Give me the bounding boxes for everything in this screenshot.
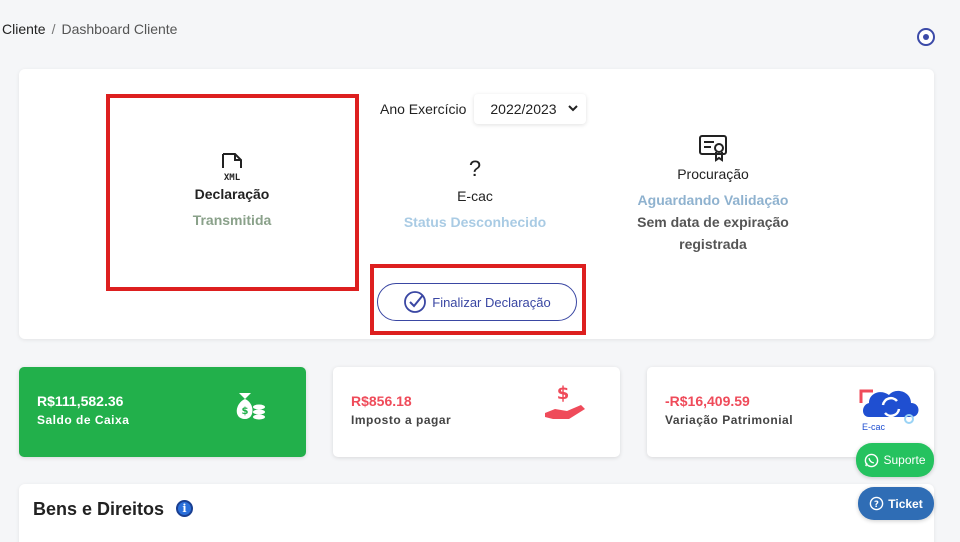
- variacao-patrimonial-value: -R$16,409.59: [665, 393, 750, 409]
- imposto-pagar-label: Imposto a pagar: [351, 413, 452, 427]
- variacao-patrimonial-label: Variação Patrimonial: [665, 413, 794, 427]
- procuracao-note-1: Sem data de expiração: [637, 214, 789, 230]
- year-select-value: 2022/2023: [490, 101, 557, 117]
- svg-text:$: $: [557, 383, 570, 404]
- ecac-cloud-caption: E-cac: [862, 422, 886, 432]
- hand-dollar-icon: $: [545, 383, 585, 419]
- certificate-icon: [699, 135, 727, 162]
- svg-text:$: $: [242, 406, 249, 417]
- ecac-status-text: Status Desconhecido: [403, 214, 547, 230]
- help-circle-icon: ?: [869, 496, 884, 511]
- procuracao-title: Procuração: [677, 166, 749, 182]
- saldo-caixa-label: Saldo de Caixa: [37, 413, 130, 427]
- saldo-caixa-value: R$111,582.36: [37, 393, 124, 409]
- breadcrumb-current: Dashboard Cliente: [61, 21, 178, 37]
- highlight-box-declaracao: [106, 94, 359, 291]
- theme-toggle-icon[interactable]: [917, 28, 935, 46]
- money-bag-icon: $: [236, 393, 265, 420]
- year-label: Ano Exercício: [380, 101, 467, 117]
- svg-text:?: ?: [874, 499, 879, 509]
- bens-direitos-section: Bens e Direitos i: [19, 484, 934, 542]
- breadcrumb: Cliente / Dashboard Cliente: [2, 21, 177, 37]
- whatsapp-icon: [865, 453, 879, 467]
- info-icon[interactable]: i: [176, 500, 193, 517]
- ticket-label: Ticket: [888, 496, 923, 511]
- chevron-down-icon: [568, 105, 579, 112]
- procuracao-note-2: registrada: [679, 236, 747, 252]
- finalize-declaration-button[interactable]: Finalizar Declaração: [377, 283, 577, 321]
- ecac-title: E-cac: [457, 188, 493, 204]
- procuracao-status-text: Aguardando Validação: [637, 192, 789, 208]
- suporte-button[interactable]: Suporte: [856, 443, 934, 477]
- finalize-button-label: Finalizar Declaração: [432, 294, 551, 310]
- year-selector-row: Ano Exercício 2022/2023: [380, 94, 587, 124]
- ticket-button[interactable]: ? Ticket: [858, 487, 934, 520]
- saldo-caixa-card: R$111,582.36 Saldo de Caixa $: [19, 367, 306, 457]
- imposto-pagar-value: R$856.18: [351, 393, 412, 409]
- procuracao-status: Procuração Aguardando Validação Sem data…: [620, 134, 806, 252]
- suporte-label: Suporte: [883, 453, 926, 467]
- imposto-pagar-card: R$856.18 Imposto a pagar $: [333, 367, 620, 457]
- bens-direitos-title: Bens e Direitos: [33, 499, 165, 519]
- breadcrumb-root[interactable]: Cliente: [2, 21, 46, 37]
- check-circle-icon: [404, 291, 427, 313]
- year-select[interactable]: 2022/2023: [474, 94, 587, 124]
- question-icon: ?: [468, 156, 482, 181]
- breadcrumb-separator: /: [51, 21, 56, 37]
- ecac-status: ? E-cac Status Desconhecido: [380, 156, 570, 231]
